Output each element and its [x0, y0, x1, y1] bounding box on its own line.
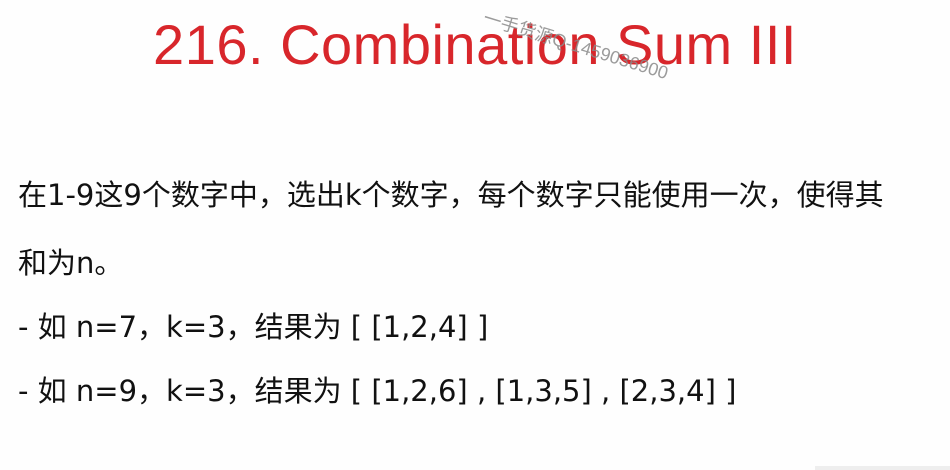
description-line-2: 和为n。 [18, 246, 124, 280]
bottom-edge-bar [815, 466, 950, 470]
example-2: - 如 n=9，k=3，结果为 [ [1,2,6] , [1,3,5] , [2… [18, 374, 737, 408]
example-1: - 如 n=7，k=3，结果为 [ [1,2,4] ] [18, 310, 489, 344]
slide-title: 216. Combination Sum III [153, 13, 797, 76]
description-line-1: 在1-9这9个数字中，选出k个数字，每个数字只能使用一次，使得其 [18, 178, 884, 212]
